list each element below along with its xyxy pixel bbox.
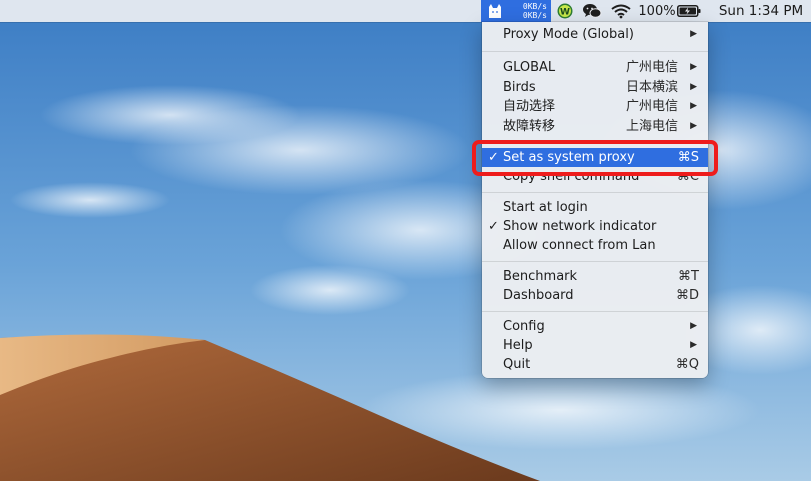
menu-item-allow-lan[interactable]: Allow connect from Lan [482,236,708,255]
keyboard-shortcut: ⌘Q [675,357,699,372]
keyboard-shortcut: ⌘D [675,288,699,303]
chevron-right-icon: ▶ [690,29,697,39]
svg-text:W: W [560,8,570,18]
selected-node: 广州电信 [625,99,678,114]
menu-item-label: Benchmark [503,269,578,284]
menu-item-label: Birds [503,80,536,95]
chevron-right-icon: ▶ [690,340,697,350]
menu-separator [482,192,708,193]
selected-node: 广州电信 [625,60,678,75]
menu-item-label: Show network indicator [503,219,657,234]
menu-separator [482,261,708,262]
menu-item-label: Config [503,319,545,334]
upload-speed: 0KB/s [522,2,547,11]
menu-item-label: Copy shell command [503,169,640,184]
chevron-right-icon: ▶ [690,321,697,331]
clash-status-item[interactable]: 0KB/s 0KB/s [481,0,551,22]
battery-charging-icon[interactable] [676,0,702,22]
checkmark-icon: ✓ [488,150,499,165]
download-speed: 0KB/s [522,11,547,20]
keyboard-shortcut: ⌘T [678,269,699,284]
menu-separator [482,51,708,52]
menu-item-help[interactable]: Help ▶ [482,336,708,355]
menu-item-label: Set as system proxy [503,150,635,165]
chevron-right-icon: ▶ [690,121,697,131]
menu-item-dashboard[interactable]: Dashboard ⌘D [482,286,708,305]
menu-bar-clock[interactable]: Sun 1:34 PM [716,0,806,22]
menu-item-show-network-indicator[interactable]: ✓ Show network indicator [482,217,708,236]
menu-item-proxy-group-global[interactable]: GLOBAL 广州电信 ▶ [482,58,708,77]
menu-bar: 0KB/s 0KB/s W 100% Sun 1:34 PM [0,0,811,22]
selected-node: 上海电信 [625,119,678,134]
chevron-right-icon: ▶ [690,62,697,72]
menu-item-config[interactable]: Config ▶ [482,317,708,336]
menu-separator [482,142,708,143]
menu-item-label: Allow connect from Lan [503,238,656,253]
menu-item-label: 故障转移 [503,119,556,134]
menu-item-proxy-mode[interactable]: Proxy Mode (Global) ▶ [482,25,708,44]
menu-item-label: Dashboard [503,288,574,303]
keyboard-shortcut: ⌘C [676,169,699,184]
menu-item-set-system-proxy[interactable]: ✓ Set as system proxy ⌘S [482,148,708,167]
menu-item-proxy-group-failover[interactable]: 故障转移 上海电信 ▶ [482,117,708,136]
chevron-right-icon: ▶ [690,101,697,111]
menu-item-label: Start at login [503,200,588,215]
menu-item-start-at-login[interactable]: Start at login [482,198,708,217]
menu-item-benchmark[interactable]: Benchmark ⌘T [482,267,708,286]
clash-dropdown-menu: Proxy Mode (Global) ▶ GLOBAL 广州电信 ▶ Bird… [482,22,708,378]
clash-cat-icon [487,3,503,23]
menu-item-proxy-group-birds[interactable]: Birds 日本横滨 ▶ [482,78,708,97]
menu-item-label: Help [503,338,533,353]
wechat-work-icon[interactable]: W [556,0,574,22]
wifi-icon[interactable] [609,0,633,22]
menu-item-quit[interactable]: Quit ⌘Q [482,355,708,374]
menu-item-label: Quit [503,357,531,372]
menu-item-label: 自动选择 [503,99,556,114]
menu-item-label: GLOBAL [503,60,556,75]
battery-percent[interactable]: 100% [638,0,676,22]
checkmark-icon: ✓ [488,219,499,234]
menu-item-label: Proxy Mode (Global) [503,27,634,42]
chevron-right-icon: ▶ [690,82,697,92]
menu-item-copy-shell-command[interactable]: Copy shell command ⌘C [482,169,708,186]
selected-node: 日本横滨 [625,80,678,95]
menu-item-proxy-group-auto[interactable]: 自动选择 广州电信 ▶ [482,97,708,116]
network-speed: 0KB/s 0KB/s [523,2,547,20]
menu-separator [482,311,708,312]
keyboard-shortcut: ⌘S [677,150,699,165]
wechat-icon[interactable] [580,0,604,22]
